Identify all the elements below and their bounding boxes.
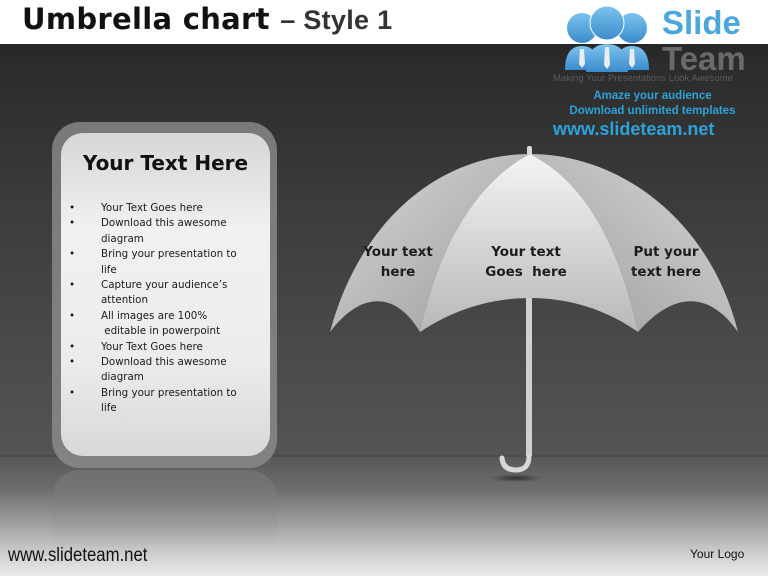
bullet-item: • Download this awesome diagram — [67, 216, 267, 247]
label-line: text here — [630, 264, 702, 280]
umbrella-panel-label-center: Your text Goes here — [478, 242, 574, 282]
bullet-item: • Your Text Goes here — [67, 201, 267, 216]
bullet-dot: • — [68, 202, 76, 214]
umbrella-shadow — [490, 474, 542, 482]
card-reflection — [52, 470, 277, 548]
bullet-text-line: diagram — [101, 232, 144, 245]
label-line: Put your — [633, 244, 699, 260]
promo-line-1: Amaze your audience — [593, 90, 712, 102]
umbrella-shaft — [526, 298, 532, 456]
bullet-text-line: Your Text Goes here — [101, 340, 203, 353]
text-card: Your Text Here • Your Text Goes here • Down… — [61, 133, 270, 456]
bullet-text-line: editable in powerpoint — [101, 325, 221, 338]
umbrella-diagram — [330, 146, 738, 482]
bullet-text-line: Download this awesome — [101, 217, 227, 230]
slide-title: Umbrella chart – Style 1 — [22, 2, 393, 36]
bullet-text-line: life — [101, 263, 117, 276]
bullet-dot: • — [68, 356, 76, 369]
label-line: Your text — [491, 244, 561, 260]
tie-center — [604, 47, 610, 69]
label-line: Your text — [363, 244, 433, 260]
bullet-item: • Your Text Goes here — [67, 340, 267, 355]
umbrella-panel-label-left: Your text here — [358, 242, 438, 282]
bullet-dot: • — [68, 340, 76, 353]
bullet-text-line: Download this awesome — [101, 356, 227, 369]
people-group-icon — [565, 6, 649, 72]
card-heading: Your Text Here — [82, 151, 249, 175]
bullet-dot: • — [68, 217, 76, 230]
bullet-text-line: Your Text Goes here — [101, 202, 203, 214]
bullet-item: • Bring your presentation to life — [67, 386, 267, 417]
bullet-text-line: life — [101, 402, 117, 415]
bullet-item: • All images are 100% editable in powerpo… — [67, 309, 267, 340]
title-main: Umbrella chart — [22, 2, 270, 36]
promo-url-link[interactable]: www.slideteam.net — [553, 119, 714, 140]
card-bullet-list: • Your Text Goes here • Download this aweso… — [67, 201, 267, 417]
umbrella-panel-label-right: Put your text here — [625, 242, 707, 282]
label-line: Goes here — [485, 264, 567, 280]
bullet-item: • Download this awesome diagram — [67, 355, 267, 386]
title-suffix: – Style 1 — [280, 5, 393, 35]
bullet-dot: • — [68, 309, 76, 322]
tie-left — [579, 49, 585, 68]
person-head-center — [589, 6, 625, 41]
bullet-text-line: All images are 100% — [101, 309, 208, 322]
bullet-text-line: attention — [101, 294, 148, 307]
promo-line-2: Download unlimited templates — [569, 105, 736, 117]
umbrella-handle — [499, 453, 532, 473]
bullet-text-line: diagram — [101, 371, 144, 384]
bullet-item: • Bring your presentation to life — [67, 247, 267, 278]
tie-right — [629, 49, 635, 68]
bullet-dot: • — [68, 386, 76, 399]
logo-tagline: Making Your Presentations Look Awesome — [553, 73, 733, 84]
label-line: here — [380, 264, 416, 280]
bullet-dot: • — [68, 279, 76, 292]
bullet-text-line: Bring your presentation to — [101, 386, 237, 399]
logo-word-slide: Slide — [662, 4, 741, 41]
footer-url-link[interactable]: www.slideteam.net — [8, 545, 147, 567]
bullet-item: • Capture your audience’s attention — [67, 278, 267, 309]
bullet-dot: • — [68, 248, 76, 261]
bullet-text-line: Bring your presentation to — [101, 248, 237, 261]
footer-logo-placeholder: Your Logo — [690, 547, 745, 561]
bullet-text-line: Capture your audience’s — [101, 279, 228, 292]
